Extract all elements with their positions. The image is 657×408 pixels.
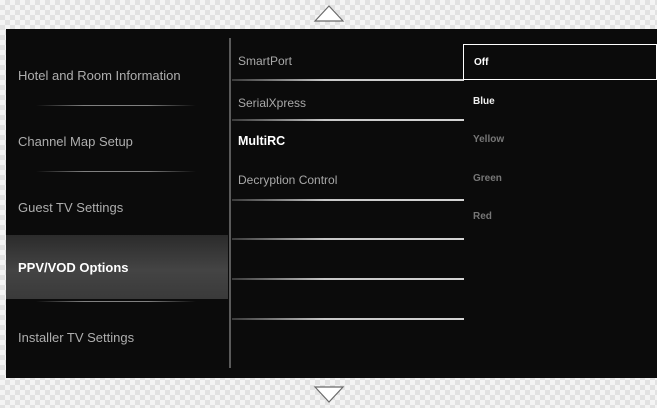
menu-item-guest-tv-settings[interactable]: Guest TV Settings (6, 175, 228, 239)
menu-item-ppv-vod-options[interactable]: PPV/VOD Options (6, 235, 228, 299)
main-menu: Hotel and Room Information Channel Map S… (6, 29, 228, 378)
submenu-divider (232, 119, 464, 121)
option-blue[interactable]: Blue (473, 92, 495, 112)
submenu-divider (232, 318, 464, 320)
submenu-divider (232, 278, 464, 280)
menu-item-label: Channel Map Setup (18, 133, 133, 149)
menu-item-installer-tv-settings[interactable]: Installer TV Settings (6, 305, 228, 369)
submenu: SmartPort SerialXpress MultiRC Decryptio… (232, 29, 464, 378)
menu-item-label: Hotel and Room Information (18, 67, 181, 83)
scroll-up-icon[interactable] (313, 2, 345, 24)
option-red[interactable]: Red (473, 207, 492, 227)
submenu-item-smartport[interactable]: SmartPort (238, 48, 292, 74)
menu-item-label: PPV/VOD Options (18, 259, 129, 275)
menu-divider (36, 171, 196, 172)
submenu-divider (232, 238, 464, 240)
menu-item-label: Installer TV Settings (18, 329, 135, 345)
option-green[interactable]: Green (473, 169, 502, 189)
menu-item-channel-map-setup[interactable]: Channel Map Setup (6, 109, 228, 173)
option-yellow[interactable]: Yellow (473, 130, 504, 150)
scroll-down-icon[interactable] (313, 384, 345, 406)
submenu-item-multirc[interactable]: MultiRC (238, 128, 285, 154)
options-list: Off Blue Yellow Green Red (463, 29, 657, 378)
submenu-divider (232, 79, 464, 81)
submenu-item-decryption-control[interactable]: Decryption Control (238, 167, 337, 193)
menu-item-hotel-room-info[interactable]: Hotel and Room Information (6, 43, 228, 107)
submenu-item-serialxpress[interactable]: SerialXpress (238, 90, 306, 116)
menu-item-label: Guest TV Settings (18, 199, 124, 215)
menu-divider (36, 105, 196, 106)
submenu-divider (232, 199, 464, 201)
menu-divider (36, 301, 196, 302)
option-off[interactable]: Off (463, 44, 657, 80)
settings-screen: Hotel and Room Information Channel Map S… (6, 29, 657, 378)
column-divider (229, 38, 231, 368)
